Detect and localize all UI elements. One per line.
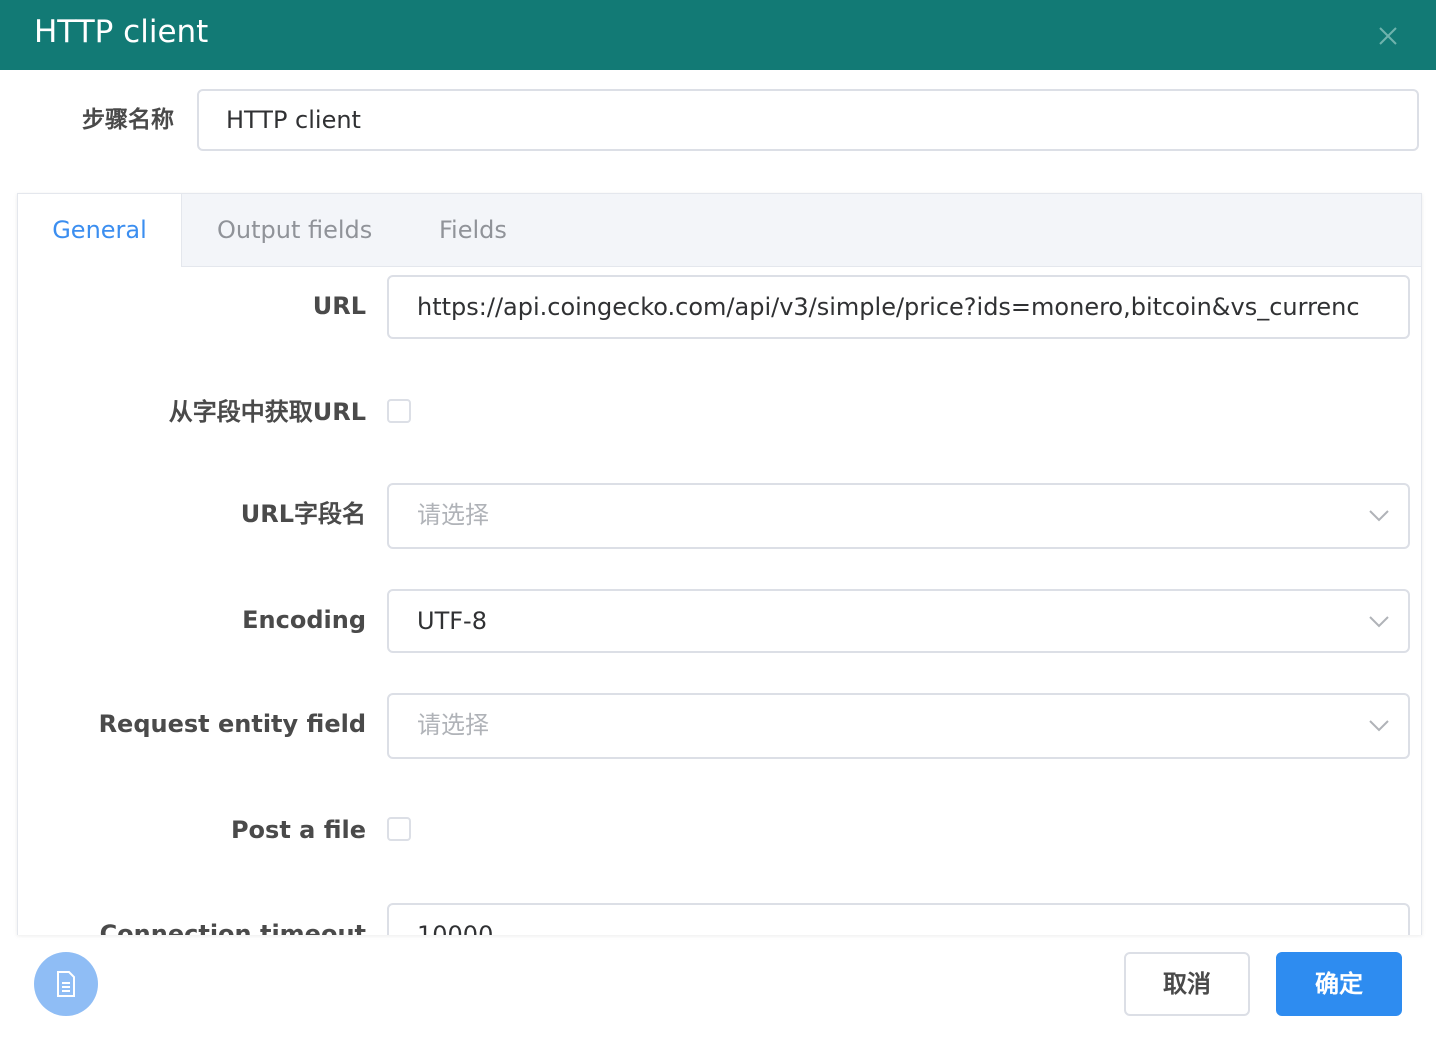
confirm-button[interactable]: 确定 xyxy=(1276,952,1402,1016)
connection-timeout-input[interactable]: 10000 xyxy=(387,903,1410,935)
step-name-input[interactable] xyxy=(197,89,1419,151)
close-icon[interactable] xyxy=(1374,22,1402,50)
url-from-field-label: 从字段中获取URL xyxy=(168,398,366,426)
tab-bar: General Output fields Fields xyxy=(18,194,1421,267)
post-a-file-label: Post a file xyxy=(230,816,366,844)
request-entity-field-placeholder: 请选择 xyxy=(417,711,489,739)
url-field-name-label: URL字段名 xyxy=(240,500,366,528)
connection-timeout-label: Connection timeout xyxy=(99,920,366,935)
document-button[interactable] xyxy=(34,952,98,1016)
chevron-down-icon xyxy=(1369,720,1389,732)
url-field-name-select[interactable]: 请选择 xyxy=(387,483,1410,549)
url-field-name-placeholder: 请选择 xyxy=(417,501,489,529)
request-entity-field-label: Request entity field xyxy=(98,710,366,738)
chevron-down-icon xyxy=(1369,616,1389,628)
url-label: URL xyxy=(312,292,366,320)
url-input[interactable]: https://api.coingecko.com/api/v3/simple/… xyxy=(387,275,1410,339)
chevron-down-icon xyxy=(1369,510,1389,522)
document-icon xyxy=(57,971,75,997)
post-a-file-checkbox[interactable] xyxy=(387,817,411,841)
dialog-header: HTTP client xyxy=(0,0,1436,70)
tab-general[interactable]: General xyxy=(18,194,182,267)
tab-fields[interactable]: Fields xyxy=(439,194,507,266)
request-entity-field-select[interactable]: 请选择 xyxy=(387,693,1410,759)
settings-panel: General Output fields Fields URL https:/… xyxy=(17,193,1422,935)
encoding-value: UTF-8 xyxy=(417,607,487,635)
tab-output-fields[interactable]: Output fields xyxy=(217,194,372,266)
encoding-label: Encoding xyxy=(242,606,366,634)
cancel-button[interactable]: 取消 xyxy=(1124,952,1250,1016)
dialog-title: HTTP client xyxy=(34,14,209,50)
step-name-label: 步骤名称 xyxy=(82,107,174,133)
url-from-field-checkbox[interactable] xyxy=(387,399,411,423)
encoding-select[interactable]: UTF-8 xyxy=(387,589,1410,653)
